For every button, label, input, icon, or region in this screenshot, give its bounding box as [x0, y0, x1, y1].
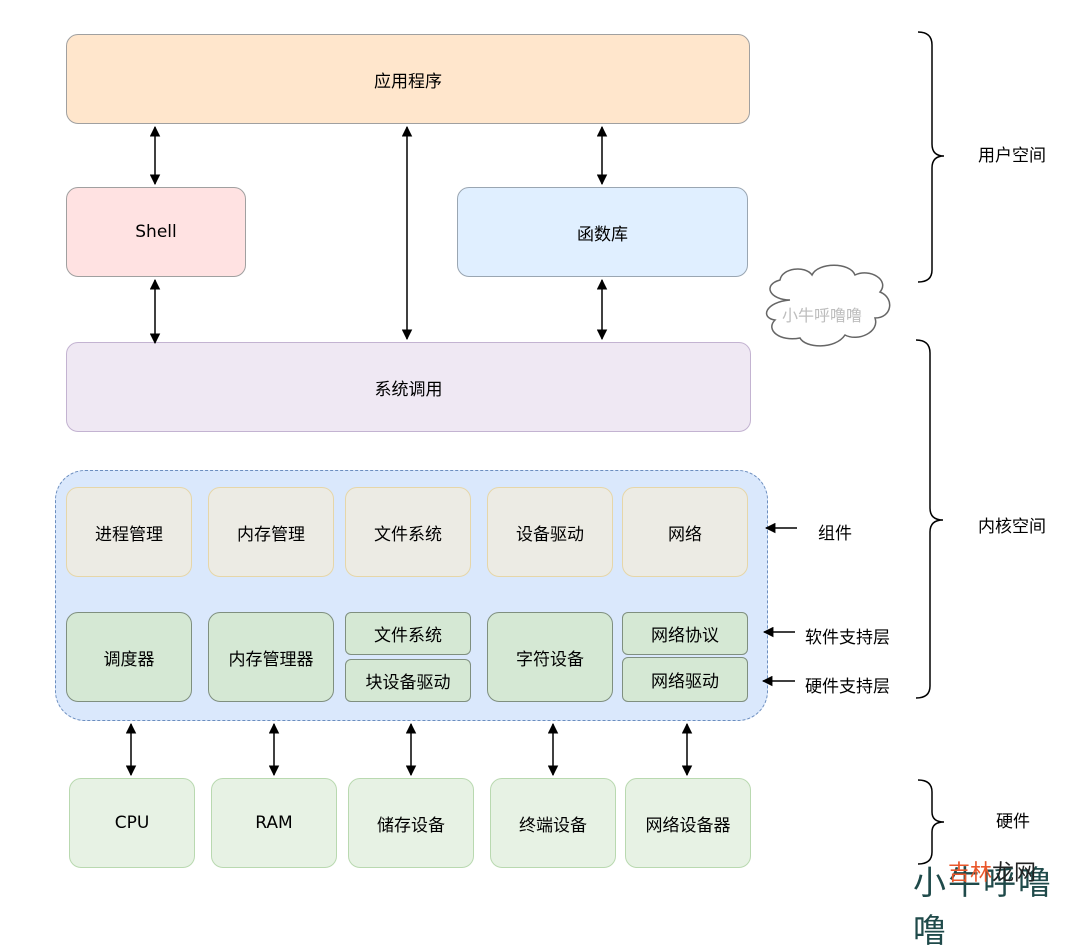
hardware-ram: RAM	[211, 778, 337, 868]
component-label: 进程管理	[95, 524, 163, 545]
system-call-label: 系统调用	[374, 379, 443, 400]
system-call-box: 系统调用	[66, 342, 751, 432]
shell-label: Shell	[135, 222, 177, 242]
brace-kernel-space	[915, 339, 944, 699]
block-driver-label: 块设备驱动	[365, 673, 451, 693]
scheduler-label: 调度器	[103, 649, 155, 670]
char-device-box: 字符设备	[487, 612, 613, 702]
memory-manager-box: 内存管理器	[208, 612, 334, 702]
library-label: 函数库	[577, 224, 628, 245]
label-user-space: 用户空间	[978, 146, 1046, 166]
component-network: 网络	[622, 487, 748, 577]
net-driver-label: 网络驱动	[651, 672, 719, 692]
shell-box: Shell	[66, 187, 246, 277]
cloud-text: 小牛呼噜噜	[782, 306, 863, 325]
char-device-label: 字符设备	[516, 649, 584, 670]
label-hardware: 硬件	[996, 812, 1030, 832]
application-box: 应用程序	[66, 34, 750, 124]
hardware-label: RAM	[255, 813, 293, 833]
component-label: 内存管理	[237, 524, 305, 545]
scheduler-box: 调度器	[66, 612, 192, 702]
component-filesystem: 文件系统	[345, 487, 471, 577]
net-protocol-label: 网络协议	[651, 626, 719, 646]
cloud-shape	[765, 264, 891, 347]
label-hardware-support: 硬件支持层	[805, 677, 890, 697]
hardware-label: CPU	[114, 813, 150, 833]
brace-hardware	[917, 779, 945, 865]
label-kernel-space: 内核空间	[978, 517, 1046, 537]
hardware-cpu: CPU	[69, 778, 195, 868]
filesystem-support-box: 文件系统	[345, 612, 471, 655]
component-label: 网络	[668, 524, 702, 545]
filesystem-support-label: 文件系统	[374, 626, 442, 646]
component-device-driver: 设备驱动	[487, 487, 613, 577]
memory-manager-label: 内存管理器	[228, 649, 314, 670]
block-driver-box: 块设备驱动	[345, 659, 471, 702]
hardware-terminal: 终端设备	[490, 778, 616, 868]
watermark-red: 吉林	[948, 861, 993, 886]
component-label: 设备驱动	[516, 524, 584, 545]
application-label: 应用程序	[374, 71, 442, 92]
connectors	[125, 31, 945, 865]
library-box: 函数库	[457, 187, 748, 277]
component-label: 文件系统	[374, 524, 442, 545]
hardware-network-device: 网络设备器	[625, 778, 751, 868]
hardware-label: 终端设备	[519, 815, 587, 836]
component-process-mgmt: 进程管理	[66, 487, 192, 577]
watermark-site: 吉林龙网	[948, 855, 1036, 887]
hardware-label: 储存设备	[377, 815, 445, 836]
hardware-label: 网络设备器	[645, 815, 731, 836]
label-software-support: 软件支持层	[805, 628, 890, 648]
hardware-storage: 储存设备	[348, 778, 474, 868]
brace-user-space	[917, 31, 945, 283]
net-protocol-box: 网络协议	[622, 612, 748, 655]
watermark-dark: 龙网	[992, 861, 1037, 886]
net-driver-box: 网络驱动	[622, 657, 748, 702]
label-components: 组件	[818, 524, 852, 544]
component-memory-mgmt: 内存管理	[208, 487, 334, 577]
